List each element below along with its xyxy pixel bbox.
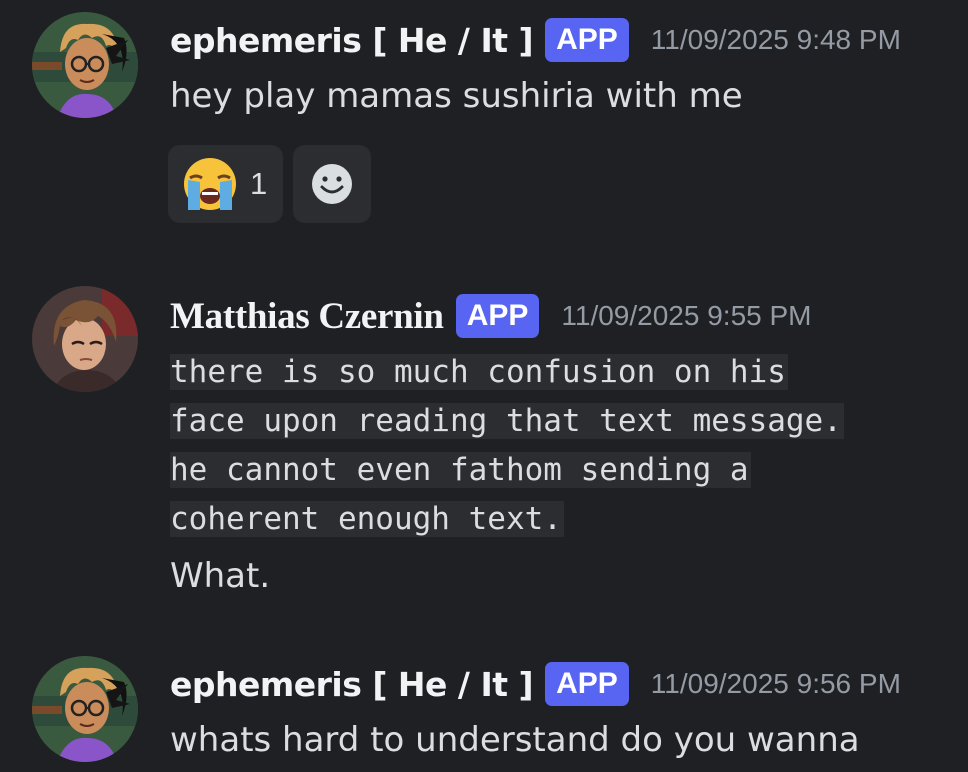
code-line: there is so much confusion on his	[170, 354, 788, 390]
brown-haired-character-avatar-icon	[32, 286, 138, 392]
message-header: Matthias Czernin APP 11/09/2025 9:55 PM	[170, 294, 812, 338]
message-header: ephemeris [ He / It ] APP 11/09/2025 9:4…	[170, 18, 901, 62]
message-text: hey play mamas sushiria with me	[170, 76, 743, 116]
chat-message-list: ephemeris [ He / It ] APP 11/09/2025 9:4…	[0, 0, 968, 772]
timestamp: 11/09/2025 9:55 PM	[561, 300, 812, 331]
code-line: he cannot even fathom sending a	[170, 452, 751, 488]
app-badge: APP	[545, 18, 629, 62]
timestamp: 11/09/2025 9:56 PM	[650, 668, 901, 699]
smiley-add-reaction-icon	[312, 164, 352, 204]
timestamp: 11/09/2025 9:48 PM	[650, 24, 901, 55]
message-text: whats hard to understand do you wanna	[170, 720, 860, 760]
app-badge: APP	[545, 662, 629, 706]
avatar[interactable]	[32, 656, 138, 762]
code-line: face upon reading that text message.	[170, 403, 844, 439]
code-line: coherent enough text.	[170, 501, 564, 537]
curly-haired-character-avatar-icon	[32, 656, 138, 762]
loudly-crying-face-icon	[184, 158, 236, 210]
reaction-bar: 1	[168, 145, 371, 223]
code-block: there is so much confusion on his face u…	[170, 348, 844, 544]
avatar[interactable]	[32, 12, 138, 118]
app-badge: APP	[455, 294, 540, 338]
username[interactable]: ephemeris [ He / It ]	[170, 665, 534, 704]
username[interactable]: Matthias Czernin	[170, 295, 444, 338]
message-text: What.	[170, 556, 271, 596]
reaction-crying-face[interactable]: 1	[168, 145, 283, 223]
avatar[interactable]	[32, 286, 138, 392]
curly-haired-character-avatar-icon	[32, 12, 138, 118]
reaction-count: 1	[250, 166, 268, 201]
add-reaction-button[interactable]	[293, 145, 371, 223]
username[interactable]: ephemeris [ He / It ]	[170, 21, 534, 60]
message-header: ephemeris [ He / It ] APP 11/09/2025 9:5…	[170, 662, 901, 706]
